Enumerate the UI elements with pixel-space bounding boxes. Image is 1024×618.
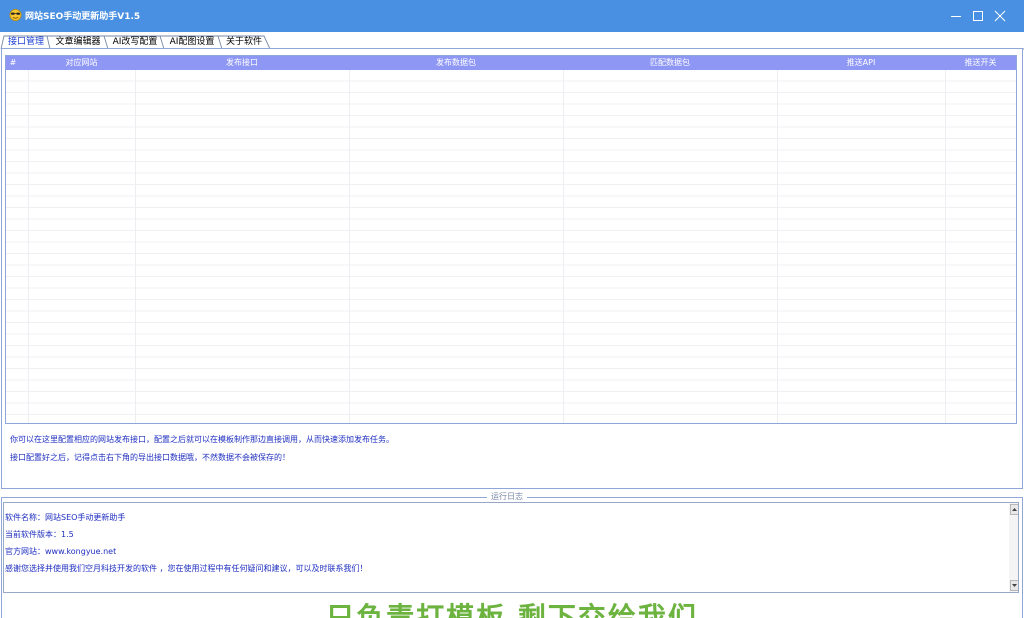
grid-header: # 对应网站 发布接口 发布数据包 匹配数据包 推送API 推送开关: [6, 56, 1016, 70]
grid-col-divider: [945, 70, 946, 423]
sunglasses-smiley-icon: [9, 9, 22, 21]
chevron-down-icon: [1012, 584, 1017, 587]
col-header-publish-interface[interactable]: 发布接口: [135, 56, 349, 70]
window-title: 网站SEO手动更新助手V1.5: [25, 12, 141, 22]
interface-grid[interactable]: # 对应网站 发布接口 发布数据包 匹配数据包 推送API 推送开关: [5, 55, 1017, 424]
maximize-icon[interactable]: [967, 5, 989, 27]
run-log[interactable]: 软件名称：网站SEO手动更新助手 当前软件版本：1.5 官方网站：www.kon…: [3, 502, 1019, 593]
grid-col-divider: [777, 70, 778, 423]
minimize-icon[interactable]: [945, 5, 967, 27]
scroll-up-button[interactable]: [1010, 504, 1018, 515]
log-scrollbar[interactable]: [1009, 503, 1018, 592]
log-legend: 运行日志: [487, 491, 527, 502]
col-header-index[interactable]: #: [6, 56, 20, 70]
log-line: 感谢您选择并使用我们空月科技开发的软件 ，您在使用过程中有任何疑问和建议，可以及…: [5, 564, 368, 573]
log-line: 官方网站：www.kongyue.net: [5, 547, 117, 556]
col-header-push-switch[interactable]: 推送开关: [945, 56, 1016, 70]
promo-banner: 只负责打模板 剩下交给我们: [326, 601, 698, 618]
grid-col-divider: [349, 70, 350, 423]
grid-col-divider: [135, 70, 136, 423]
scroll-down-button[interactable]: [1010, 580, 1018, 591]
chevron-up-icon: [1012, 508, 1017, 511]
log-line: 软件名称：网站SEO手动更新助手: [5, 513, 126, 522]
col-header-push-api[interactable]: 推送API: [777, 56, 945, 70]
col-header-site[interactable]: 对应网站: [28, 56, 135, 70]
close-icon[interactable]: [989, 5, 1011, 27]
grid-col-divider: [563, 70, 564, 423]
hint-text-config: 你可以在这里配置相应的网站发布接口，配置之后就可以在模板制作那边直接调用，从而快…: [10, 435, 394, 444]
log-line: 当前软件版本：1.5: [5, 530, 74, 539]
col-header-publish-package[interactable]: 发布数据包: [349, 56, 563, 70]
col-header-match-package[interactable]: 匹配数据包: [563, 56, 777, 70]
title-bar: 网站SEO手动更新助手V1.5: [0, 0, 1024, 32]
grid-col-divider: [28, 70, 29, 423]
hint-text-export: 接口配置好之后，记得点击右下角的导出接口数据哦，不然数据不会被保存的！: [10, 453, 290, 462]
grid-body[interactable]: [6, 70, 1016, 423]
